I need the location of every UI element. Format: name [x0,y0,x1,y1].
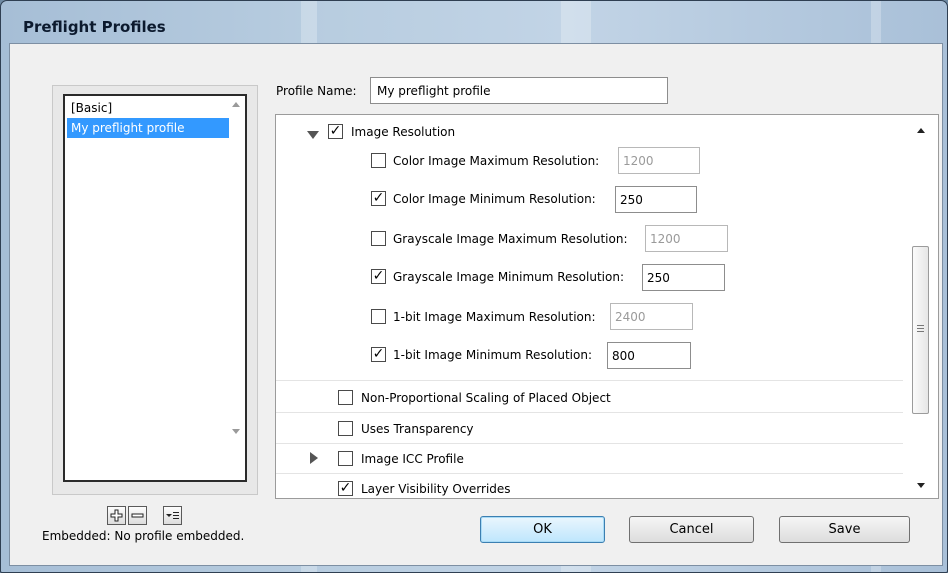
grayscale-min-resolution-input[interactable] [642,264,725,291]
row-divider [276,380,903,381]
onebit-min-resolution-checkbox[interactable]: ✓ [371,347,386,362]
add-profile-button[interactable] [107,506,126,525]
settings-tree: ✓ Image Resolution Color Image Maximum R… [275,114,939,499]
onebit-min-resolution-input[interactable] [607,342,691,369]
image-icc-profile-label: Image ICC Profile [361,452,464,466]
row-divider [276,443,903,444]
profiles-list[interactable]: [Basic] My preflight profile [63,94,247,482]
cancel-button[interactable]: Cancel [629,516,754,543]
dialog-body: [Basic] My preflight profile Embedded: N… [9,43,943,566]
settings-scrollbar[interactable] [904,115,938,498]
image-resolution-checkbox[interactable]: ✓ [328,124,343,139]
image-resolution-label: Image Resolution [351,125,456,139]
color-min-resolution-input[interactable] [615,186,697,213]
scrollbar-thumb[interactable] [912,246,929,414]
remove-profile-button[interactable] [128,506,147,525]
thumb-grip [917,328,924,329]
color-min-resolution-checkbox[interactable]: ✓ [371,191,386,206]
profiles-panel: [Basic] My preflight profile [52,85,258,525]
title-bar[interactable]: Preflight Profiles [1,1,947,43]
color-min-resolution-label: Color Image Minimum Resolution: [393,192,596,206]
profiles-list-scrollbar[interactable] [228,96,245,480]
scroll-up-arrow-icon[interactable] [232,102,240,107]
expand-closed-triangle-icon[interactable] [310,452,318,464]
minus-icon [131,513,144,518]
thumb-grip [917,331,924,332]
grayscale-max-resolution-label: Grayscale Image Maximum Resolution: [393,232,628,246]
row-divider [276,412,903,413]
scroll-up-arrow-icon[interactable] [917,128,925,133]
non-proportional-scaling-label: Non-Proportional Scaling of Placed Objec… [361,391,611,405]
profile-name-input[interactable] [370,77,668,104]
color-max-resolution-label: Color Image Maximum Resolution: [393,154,600,168]
thumb-grip [917,325,924,326]
onebit-max-resolution-input[interactable] [610,303,693,330]
grayscale-max-resolution-checkbox[interactable] [371,231,386,246]
grayscale-min-resolution-checkbox[interactable]: ✓ [371,269,386,284]
grayscale-min-resolution-label: Grayscale Image Minimum Resolution: [393,270,624,284]
uses-transparency-checkbox[interactable] [338,421,353,436]
list-menu-icon [166,512,179,519]
onebit-max-resolution-label: 1-bit Image Maximum Resolution: [393,310,596,324]
onebit-min-resolution-label: 1-bit Image Minimum Resolution: [393,348,593,362]
uses-transparency-label: Uses Transparency [361,422,474,436]
save-button[interactable]: Save [779,516,910,543]
onebit-max-resolution-checkbox[interactable] [371,309,386,324]
window-title: Preflight Profiles [23,18,166,36]
color-max-resolution-checkbox[interactable] [371,153,386,168]
image-icc-profile-checkbox[interactable] [338,451,353,466]
layer-visibility-overrides-checkbox[interactable]: ✓ [338,481,353,496]
layer-visibility-overrides-label: Layer Visibility Overrides [361,482,511,496]
embedded-status: Embedded: No profile embedded. [42,529,245,543]
ok-button[interactable]: OK [480,516,605,543]
scroll-down-arrow-icon[interactable] [232,429,240,434]
scroll-down-arrow-icon[interactable] [917,483,925,488]
grayscale-max-resolution-input[interactable] [645,225,728,252]
color-max-resolution-input[interactable] [618,147,700,174]
row-divider [276,473,903,474]
profile-item-basic[interactable]: [Basic] [67,98,229,118]
profile-name-label: Profile Name: [276,84,357,98]
profile-item-my-preflight-profile[interactable]: My preflight profile [67,118,229,138]
non-proportional-scaling-checkbox[interactable] [338,390,353,405]
plus-icon [110,509,123,522]
profile-menu-button[interactable] [163,506,182,525]
expand-open-triangle-icon[interactable] [307,131,319,139]
preflight-profiles-window: Preflight Profiles [Basic] My preflight … [0,0,948,573]
